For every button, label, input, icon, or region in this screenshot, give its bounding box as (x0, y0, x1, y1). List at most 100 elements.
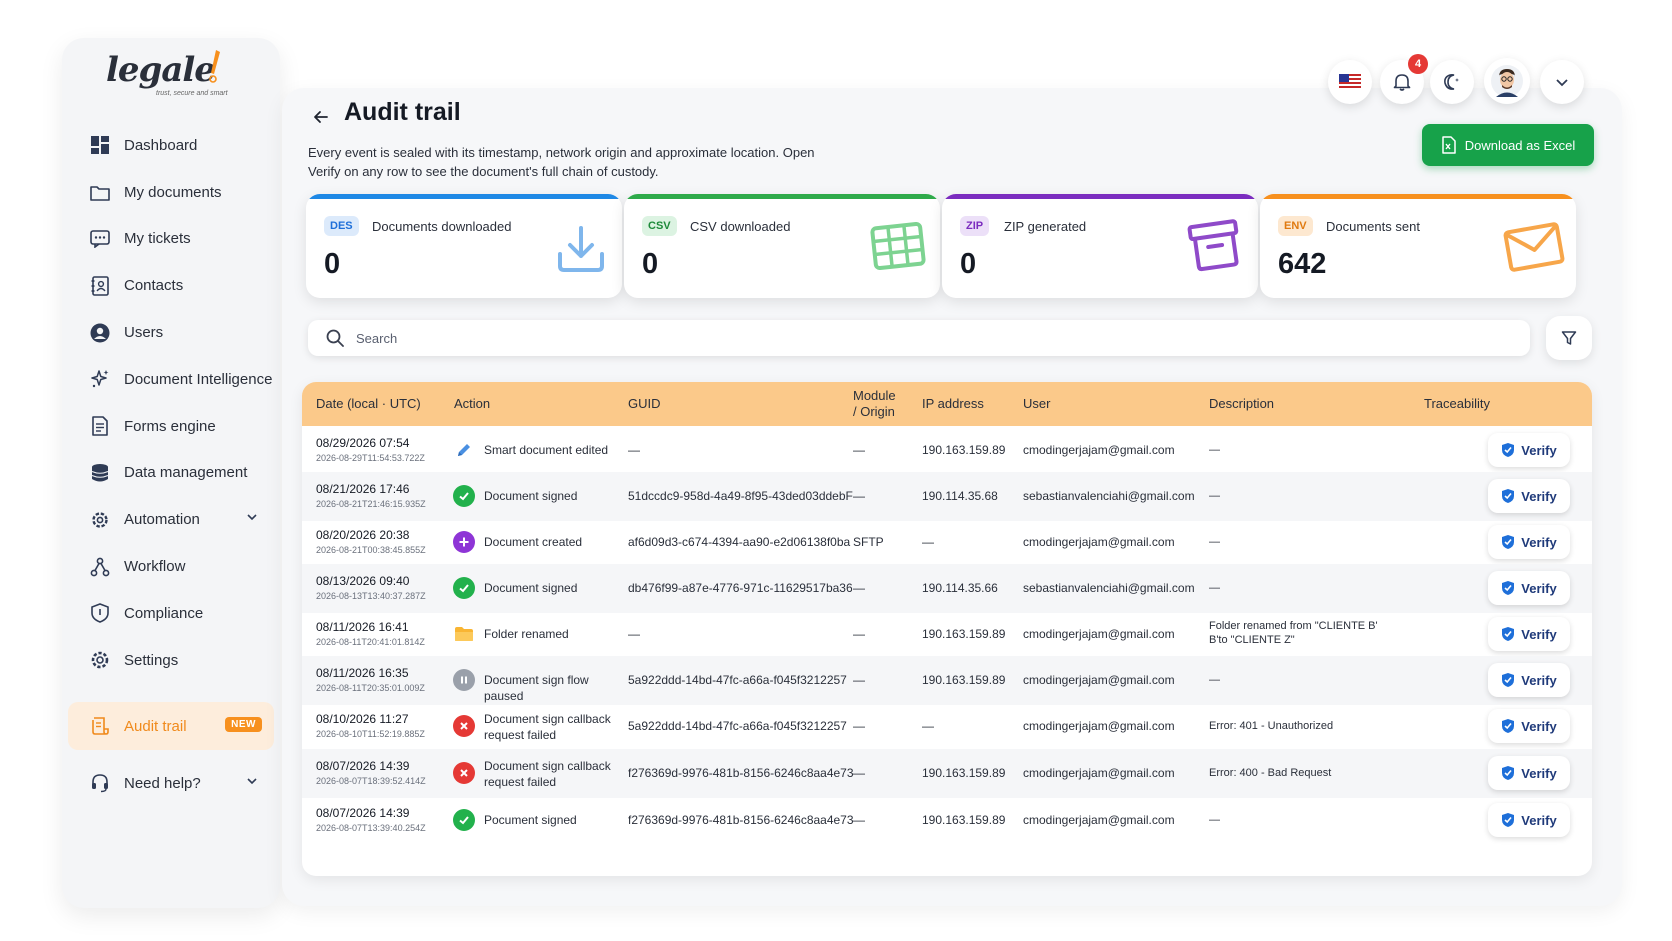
date-cell: 08/29/2026 07:54 2026-08-29T11:54:53.722Z (316, 436, 425, 463)
account-menu-button[interactable] (1540, 60, 1584, 104)
description-cell: — (1209, 674, 1220, 686)
col-header-description[interactable]: Description (1209, 396, 1274, 412)
notification-count-badge: 4 (1408, 54, 1428, 74)
table-row[interactable]: 08/07/2026 14:39 2026-08-07T18:39:52.414Z… (302, 749, 1592, 798)
sidebar-item-need-help[interactable]: Need help? (62, 760, 280, 807)
verify-button[interactable]: Verify (1488, 663, 1570, 697)
col-header-guid[interactable]: GUID (628, 396, 661, 412)
sidebar-item-automation[interactable]: Automation (62, 496, 280, 543)
verify-label: Verify (1521, 626, 1557, 642)
sidebar-item-my-documents[interactable]: My documents (62, 169, 280, 216)
verify-button[interactable]: Verify (1488, 525, 1570, 559)
avatar[interactable] (1484, 58, 1530, 104)
sidebar-item-document-intelligence[interactable]: Document Intelligence (62, 356, 280, 403)
user-cell: cmodingerjajam@gmail.com (1023, 813, 1175, 827)
verify-label: Verify (1521, 580, 1557, 596)
verify-button[interactable]: Verify (1488, 433, 1570, 467)
card-code: CSV (642, 216, 677, 236)
table-row[interactable]: 08/20/2026 20:38 2026-08-21T00:38:45.855Z… (302, 518, 1592, 567)
card-value: 0 (960, 248, 977, 280)
shield-check-icon (1502, 443, 1515, 457)
verify-button[interactable]: Verify (1488, 803, 1570, 837)
sidebar-item-settings[interactable]: Settings (62, 637, 280, 684)
stat-card-csv-downloaded[interactable]: CSV CSV downloaded 0 (624, 194, 940, 298)
table-row[interactable]: 08/11/2026 16:41 2026-08-11T20:41:01.814Z… (302, 610, 1592, 659)
logo[interactable]: legale trust, secure and smart (106, 46, 246, 102)
ip-cell: — (922, 719, 934, 733)
card-accent-bar (306, 194, 622, 199)
filter-button[interactable] (1546, 316, 1592, 360)
date-local: 08/21/2026 17:46 (316, 482, 410, 496)
action-cell: Document signed (484, 489, 578, 503)
table-row[interactable]: 08/10/2026 11:27 2026-08-10T11:52:19.885Z… (302, 702, 1592, 751)
search-input[interactable]: Search (308, 320, 1530, 356)
col-header-module[interactable]: Module / Origin (853, 388, 896, 420)
verify-button[interactable]: Verify (1488, 479, 1570, 513)
sidebar-item-users[interactable]: Users (62, 309, 280, 356)
guid-cell: 5a922ddd-14bd-47fc-a66a-f045f3212257 (628, 719, 847, 733)
table-row[interactable]: 08/21/2026 17:46 2026-08-21T21:46:15.935Z… (302, 472, 1592, 521)
audit-table: Date (local · UTC) Action GUID Module / … (302, 382, 1592, 876)
stat-card-zip-generated[interactable]: ZIP ZIP generated 0 (942, 194, 1258, 298)
date-local: 08/20/2026 20:38 (316, 528, 410, 542)
sidebar-item-my-tickets[interactable]: My tickets (62, 216, 280, 263)
verify-button[interactable]: Verify (1488, 756, 1570, 790)
sidebar-item-contacts[interactable]: Contacts (62, 262, 280, 309)
date-local: 08/10/2026 11:27 (316, 712, 409, 726)
table-row[interactable]: 08/07/2026 14:39 2026-08-07T13:39:40.254Z… (302, 796, 1592, 845)
table-row[interactable]: 08/11/2026 16:35 2026-08-11T20:35:01.009Z… (302, 656, 1592, 705)
verify-button[interactable]: Verify (1488, 617, 1570, 651)
ip-cell: 190.163.159.89 (922, 766, 1006, 780)
sidebar-item-compliance[interactable]: Compliance (62, 590, 280, 637)
action-cell: Document created (484, 535, 583, 549)
col-header-module-line2: / Origin (853, 404, 895, 419)
table-row[interactable]: 08/29/2026 07:54 2026-08-29T11:54:53.722Z… (302, 426, 1592, 475)
sidebar-item-label: My tickets (124, 230, 191, 248)
sidebar-item-label: My documents (124, 183, 222, 201)
date-cell: 08/21/2026 17:46 2026-08-21T21:46:15.935Z (316, 482, 426, 509)
back-button[interactable] (308, 104, 334, 130)
module-cell: — (853, 443, 865, 457)
language-button[interactable] (1328, 60, 1372, 104)
verify-button[interactable]: Verify (1488, 571, 1570, 605)
module-cell: — (853, 489, 865, 503)
sidebar-item-label: Automation (124, 511, 200, 529)
sidebar-item-workflow[interactable]: Workflow (62, 543, 280, 590)
description-cell: — (1209, 814, 1220, 826)
sidebar-item-label: Users (124, 324, 164, 342)
gear-icon (88, 648, 112, 672)
sidebar-item-forms-engine[interactable]: Forms engine (62, 403, 280, 450)
sidebar-item-dashboard[interactable]: Dashboard (62, 122, 280, 169)
col-header-action[interactable]: Action (454, 396, 490, 412)
stat-card-documents-sent[interactable]: ENV Documents sent 642 (1260, 194, 1576, 298)
sidebar-item-label: Need help? (124, 774, 201, 792)
table-row[interactable]: 08/13/2026 09:40 2026-08-13T13:40:37.287Z… (302, 564, 1592, 613)
theme-toggle-button[interactable] (1430, 60, 1474, 104)
user-cell: cmodingerjajam@gmail.com (1023, 719, 1175, 733)
logo-mark-icon (209, 50, 220, 83)
date-utc: 2026-08-10T11:52:19.885Z (316, 729, 425, 739)
notifications-button[interactable]: 4 (1380, 54, 1428, 104)
sidebar-item-data-management[interactable]: Data management (62, 450, 280, 497)
sidebar-item-label: Document Intelligence (124, 370, 273, 388)
col-header-ip[interactable]: IP address (922, 396, 984, 412)
verify-button[interactable]: Verify (1488, 709, 1570, 743)
database-icon (88, 461, 112, 485)
arrow-left-icon (314, 111, 328, 123)
action-cell: Document sign flow paused (484, 673, 589, 703)
workflow-icon (88, 555, 112, 579)
col-header-date[interactable]: Date (local · UTC) (316, 396, 421, 412)
card-value: 642 (1278, 248, 1327, 280)
col-header-user[interactable]: User (1023, 396, 1050, 412)
chevron-down-icon[interactable] (246, 775, 258, 787)
sidebar-item-label: Workflow (124, 558, 186, 576)
card-label: ZIP generated (1004, 219, 1087, 234)
download-excel-button[interactable]: Download as Excel (1422, 124, 1594, 166)
sidebar-item-audit-trail[interactable]: Audit trail NEW (68, 702, 274, 750)
chevron-down-icon[interactable] (246, 511, 258, 523)
ip-cell: 190.163.159.89 (922, 627, 1006, 641)
guid-cell: af6d09d3-c674-4394-aa90-e2d06138f0ba (628, 535, 851, 549)
date-cell: 08/11/2026 16:35 2026-08-11T20:35:01.009Z (316, 666, 425, 693)
date-utc: 2026-08-11T20:35:01.009Z (316, 683, 425, 693)
stat-card-documents-downloaded[interactable]: DES Documents downloaded 0 (306, 194, 622, 298)
